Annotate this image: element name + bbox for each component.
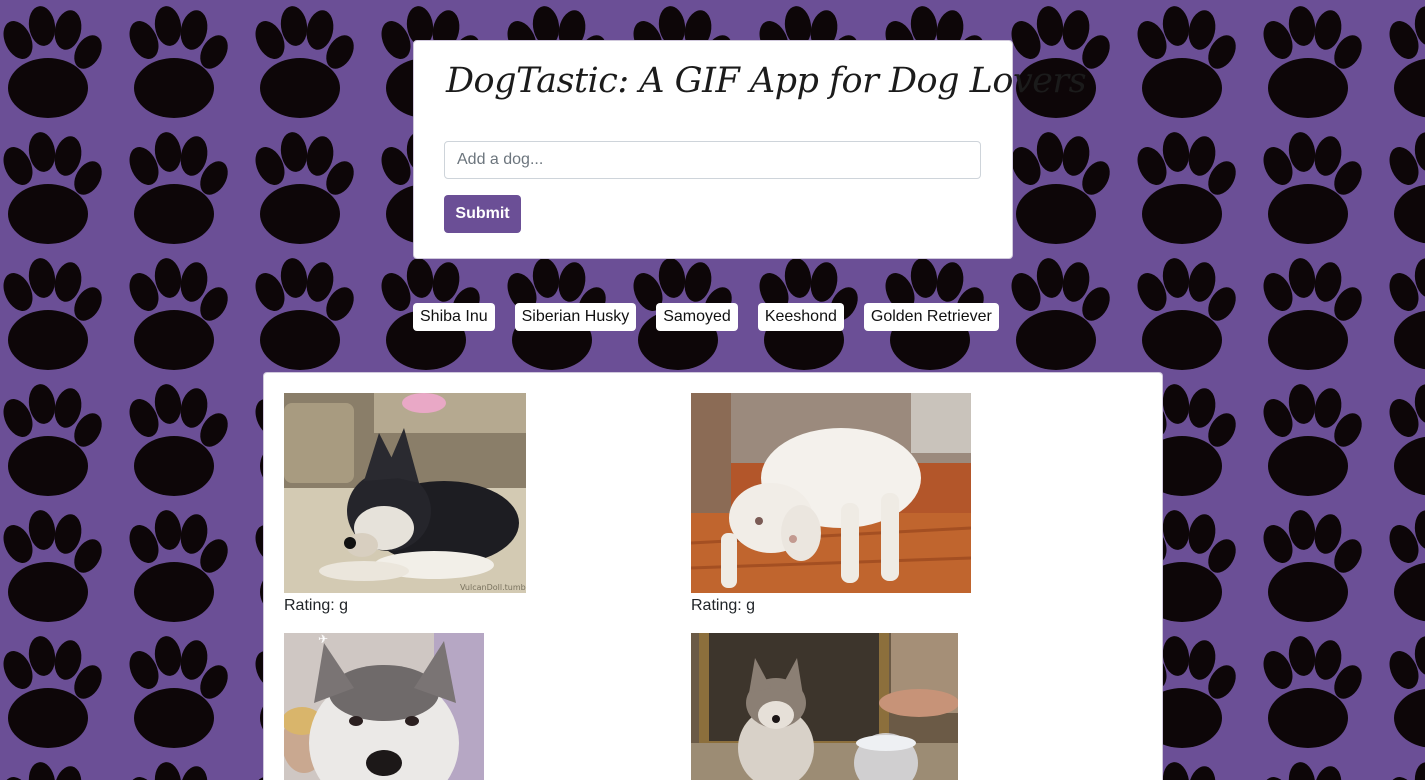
gif-image-husky-face[interactable]: ✈ <box>284 633 484 780</box>
breed-button-list: Shiba Inu Siberian Husky Samoyed Keeshon… <box>413 303 999 331</box>
breed-button-shiba-inu[interactable]: Shiba Inu <box>413 303 495 331</box>
gif-image-white-puppy[interactable] <box>691 393 971 593</box>
gif-item: VulcanDoll.tumblr Rating: g <box>284 393 526 615</box>
gif-results-panel: VulcanDoll.tumblr Rating: g Rating: g ✈ <box>263 372 1163 780</box>
breed-button-keeshond[interactable]: Keeshond <box>757 303 844 331</box>
header-card: DogTastic: A GIF App for Dog Lovers Subm… <box>413 40 1087 259</box>
gif-image-husky-puppy[interactable]: VulcanDoll.tumblr <box>284 393 526 593</box>
gif-rating: Rating: g <box>284 597 349 614</box>
gif-item: ✈ <box>284 633 484 780</box>
gif-item <box>691 633 958 780</box>
svg-text:✈: ✈ <box>318 633 328 646</box>
breed-button-siberian-husky[interactable]: Siberian Husky <box>514 303 637 331</box>
breed-button-samoyed[interactable]: Samoyed <box>656 303 738 331</box>
breed-button-golden-retriever[interactable]: Golden Retriever <box>863 303 999 331</box>
gif-rating: Rating: g <box>691 597 756 614</box>
submit-button[interactable]: Submit <box>444 195 521 233</box>
page-title: DogTastic: A GIF App for Dog Lovers <box>446 61 1087 101</box>
gif-image-husky-puppy-mirror[interactable] <box>691 633 958 780</box>
add-dog-input[interactable] <box>444 141 981 179</box>
gif-watermark: VulcanDoll.tumblr <box>460 583 526 592</box>
gif-item: Rating: g <box>691 393 971 615</box>
